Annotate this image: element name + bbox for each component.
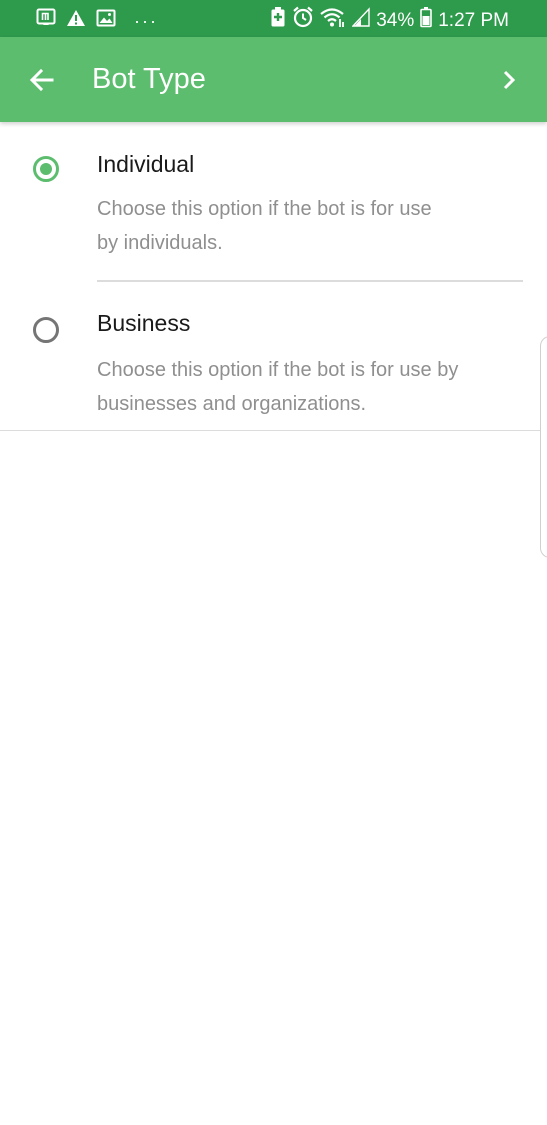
option-individual[interactable]: Individual Choose this option if the bot…: [0, 122, 547, 282]
screen: ··· 34% 1:27 PM Bot Type Individual Choo…: [0, 0, 547, 1125]
back-button[interactable]: [26, 64, 58, 96]
edge-panel-handle[interactable]: [540, 336, 547, 558]
radio-individual[interactable]: [33, 156, 59, 182]
chevron-right-icon: [503, 70, 516, 90]
arrow-back-icon: [29, 68, 54, 92]
signal-icon: [351, 6, 370, 35]
page-title: Bot Type: [92, 63, 206, 95]
option-business[interactable]: Business Choose this option if the bot i…: [0, 282, 547, 430]
option-title-business: Business: [97, 310, 191, 336]
warning-icon: [66, 8, 86, 33]
image-icon: [96, 8, 116, 33]
option-desc-business-line2: businesses and organizations.: [97, 393, 367, 415]
notification-n-icon: [36, 8, 56, 33]
radio-business[interactable]: [33, 317, 59, 343]
option-title-individual: Individual: [97, 151, 195, 177]
wifi-icon: [320, 6, 346, 35]
next-button[interactable]: [495, 66, 523, 94]
option-desc-individual-line1: Choose this option if the bot is for use: [97, 198, 432, 220]
battery-percent: 34%: [376, 9, 415, 31]
status-right-icons: 34% 1:27 PM: [270, 6, 509, 35]
list-bottom-divider: [0, 430, 547, 431]
option-desc-individual-line2: by individuals.: [97, 232, 223, 254]
clock: 1:27 PM: [438, 9, 509, 31]
alarm-icon: [292, 6, 314, 35]
battery-icon: [420, 6, 433, 35]
status-left-icons: ···: [36, 8, 158, 33]
option-desc-business-line1: Choose this option if the bot is for use…: [97, 359, 459, 381]
more-dots-icon: ···: [134, 10, 158, 31]
battery-saver-icon: [270, 6, 286, 35]
status-bar: ··· 34% 1:27 PM: [0, 0, 547, 37]
app-bar: Bot Type: [0, 37, 547, 122]
